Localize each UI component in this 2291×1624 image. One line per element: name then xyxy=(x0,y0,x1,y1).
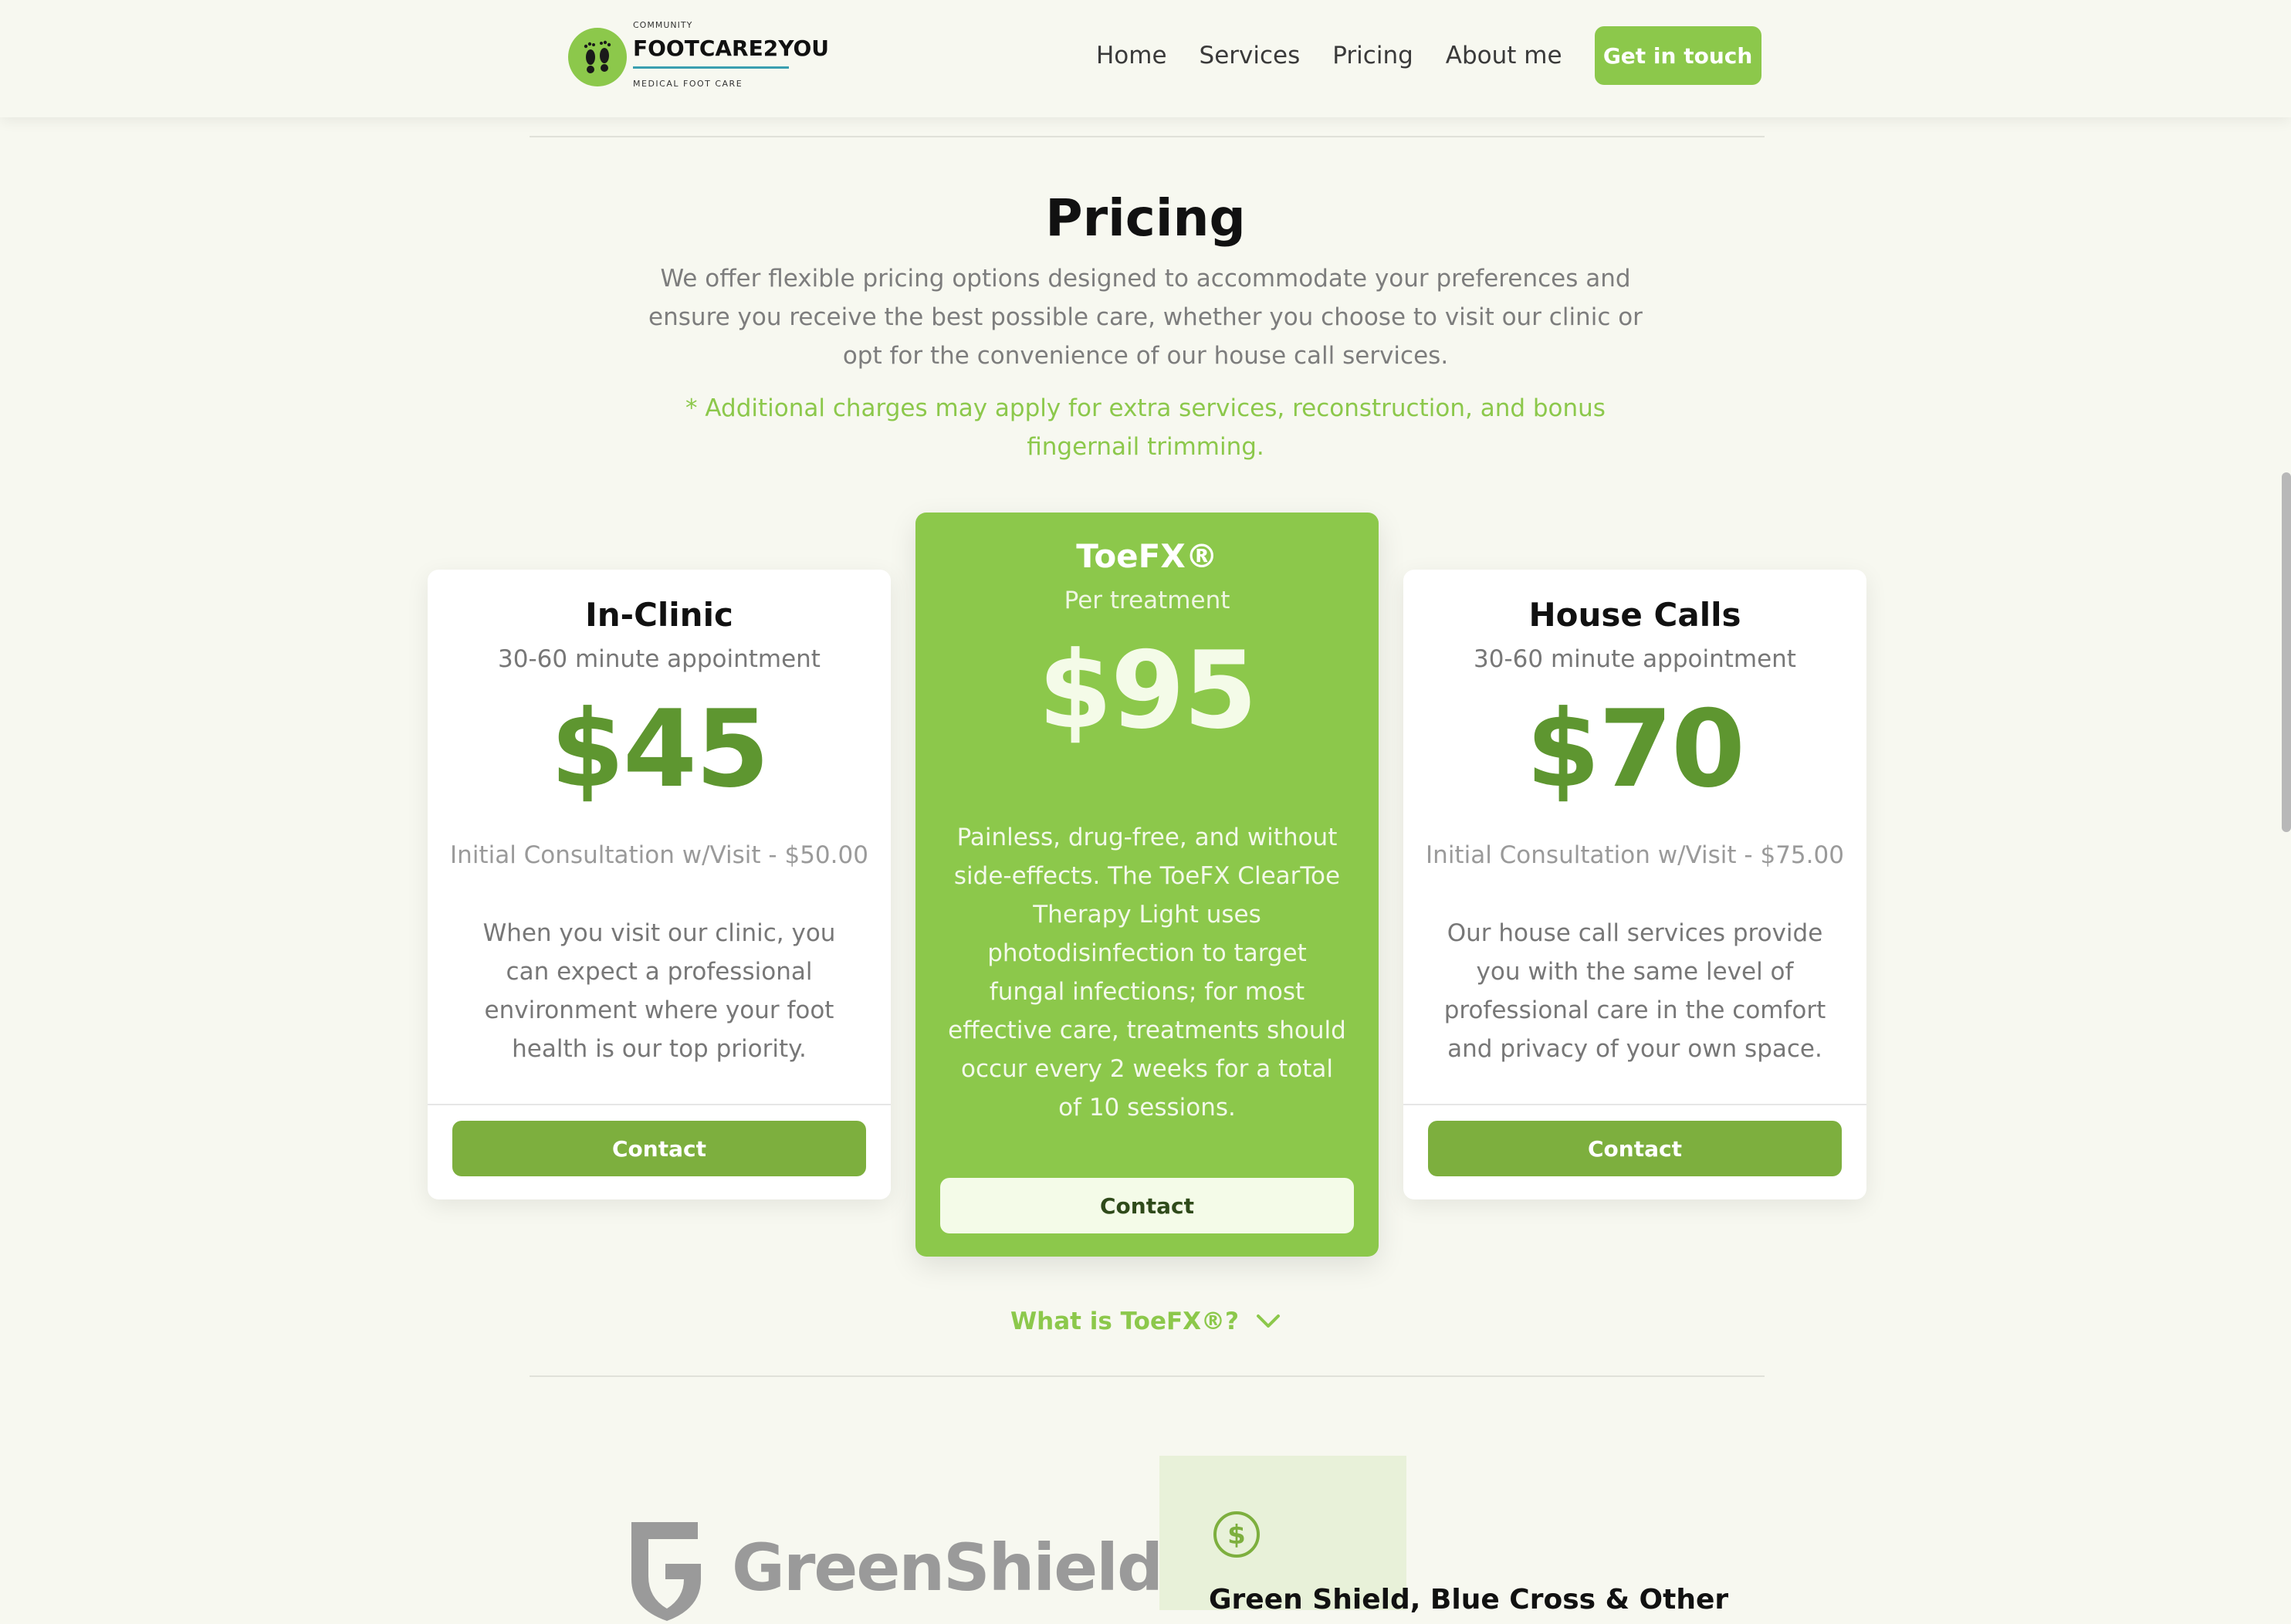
pricing-intro: We offer flexible pricing options design… xyxy=(648,265,1643,370)
svg-text:$: $ xyxy=(1227,1520,1246,1551)
shield-icon xyxy=(631,1522,701,1621)
site-header: COMMUNITY FOOTCARE2YOU MEDICAL FOOT CARE… xyxy=(0,0,2291,117)
feet-icon xyxy=(568,28,627,86)
card-title: In-Clinic xyxy=(585,596,733,634)
pricing-card-house-calls: House Calls 30-60 minute appointment $70… xyxy=(1403,570,1866,1199)
card-divider xyxy=(1403,1104,1866,1105)
card-price: $95 xyxy=(1037,628,1257,753)
page-scrollbar[interactable] xyxy=(2282,472,2291,832)
logo-tagline-bottom: MEDICAL FOOT CARE xyxy=(633,79,743,89)
contact-button[interactable]: Contact xyxy=(452,1121,866,1176)
pricing-card-in-clinic: In-Clinic 30-60 minute appointment $45 I… xyxy=(428,570,891,1199)
contact-button[interactable]: Contact xyxy=(1428,1121,1842,1176)
dollar-circle-icon: $ xyxy=(1213,1511,1260,1558)
card-title: House Calls xyxy=(1528,596,1741,634)
greenshield-logo: GreenShieldTM+ xyxy=(627,1517,1237,1624)
pricing-title: Pricing xyxy=(1045,188,1246,248)
nav-about[interactable]: About me xyxy=(1446,42,1562,69)
card-price: $70 xyxy=(1525,687,1745,811)
nav-services[interactable]: Services xyxy=(1200,42,1301,69)
site-logo[interactable]: COMMUNITY FOOTCARE2YOU MEDICAL FOOT CARE xyxy=(568,20,829,97)
nav-home[interactable]: Home xyxy=(1096,42,1167,69)
card-divider xyxy=(428,1104,891,1105)
card-subtitle: 30-60 minute appointment xyxy=(498,645,821,673)
card-description: When you visit our clinic, you can expec… xyxy=(482,919,836,1063)
toefx-faq-toggle[interactable]: What is ToeFX®? xyxy=(0,1300,2291,1343)
faq-label: What is ToeFX®? xyxy=(1010,1308,1240,1335)
logo-underline xyxy=(633,66,789,69)
card-consultation-price: Initial Consultation w/Visit - $50.00 xyxy=(450,841,868,869)
card-title: ToeFX® xyxy=(1076,537,1218,575)
card-subtitle: Per treatment xyxy=(1064,587,1230,614)
card-price: $45 xyxy=(550,687,770,811)
contact-button[interactable]: Contact xyxy=(940,1178,1354,1233)
pricing-note: * Additional charges may apply for extra… xyxy=(685,394,1606,461)
card-description: Our house call services provide you with… xyxy=(1443,919,1826,1063)
card-subtitle: 30-60 minute appointment xyxy=(1474,645,1796,673)
logo-tagline-top: COMMUNITY xyxy=(633,20,693,30)
card-consultation-price: Initial Consultation w/Visit - $75.00 xyxy=(1426,841,1844,869)
insurance-title: Green Shield, Blue Cross & Other xyxy=(1209,1584,1729,1616)
main-nav: Home Services Pricing About me Get in to… xyxy=(1096,26,1761,85)
section-divider-bottom xyxy=(530,1375,1765,1377)
pricing-card-toefx: ToeFX® Per treatment $95 Painless, drug-… xyxy=(915,513,1379,1257)
nav-pricing[interactable]: Pricing xyxy=(1332,42,1413,69)
section-divider-top xyxy=(530,136,1765,137)
card-description: Painless, drug-free, and without side-ef… xyxy=(948,824,1346,1122)
logo-name: FOOTCARE2YOU xyxy=(633,36,830,61)
get-in-touch-button[interactable]: Get in touch xyxy=(1594,26,1761,85)
chevron-down-icon xyxy=(1257,1314,1281,1328)
